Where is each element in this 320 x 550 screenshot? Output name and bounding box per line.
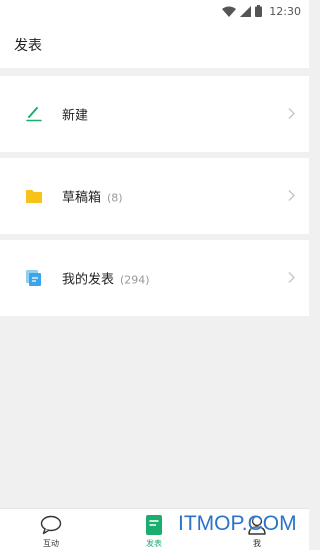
drafts-count: (8) xyxy=(107,191,123,205)
page-title: 发表 xyxy=(14,38,42,54)
posts-count: (294) xyxy=(120,273,150,287)
chevron-right-icon xyxy=(288,105,295,124)
tab-label: 我 xyxy=(253,539,261,548)
post-icon xyxy=(145,515,163,539)
list-item-my-posts[interactable]: 我的发表 (294) xyxy=(0,240,309,316)
signal-icon xyxy=(240,5,252,17)
status-bar: 12:30 xyxy=(0,0,309,22)
documents-icon xyxy=(25,269,43,287)
tab-interaction[interactable]: 互动 xyxy=(21,509,81,550)
tab-post[interactable]: 发表 xyxy=(124,509,184,550)
chevron-right-icon xyxy=(288,269,295,288)
page-header: 发表 xyxy=(0,22,309,68)
status-time: 12:30 xyxy=(269,4,301,18)
list-item-new[interactable]: 新建 xyxy=(0,76,309,152)
list-item-label: 新建 xyxy=(62,108,89,124)
speech-bubble-icon xyxy=(40,515,62,539)
watermark: ITMOP.COM xyxy=(178,512,297,535)
list-item-label: 草稿箱 (8) xyxy=(62,190,123,206)
chevron-right-icon xyxy=(288,187,295,206)
battery-icon xyxy=(255,5,263,17)
tab-label: 发表 xyxy=(146,539,162,548)
list-item-drafts[interactable]: 草稿箱 (8) xyxy=(0,158,309,234)
folder-icon xyxy=(25,187,43,205)
wifi-icon xyxy=(222,6,237,17)
list-item-label: 我的发表 (294) xyxy=(62,272,150,288)
screen: 12:30 发表 新建 草稿箱 (8) 我的发表 (294) 互动 发表 我 I… xyxy=(0,0,309,550)
tab-label: 互动 xyxy=(43,539,59,548)
pencil-icon xyxy=(25,105,43,123)
